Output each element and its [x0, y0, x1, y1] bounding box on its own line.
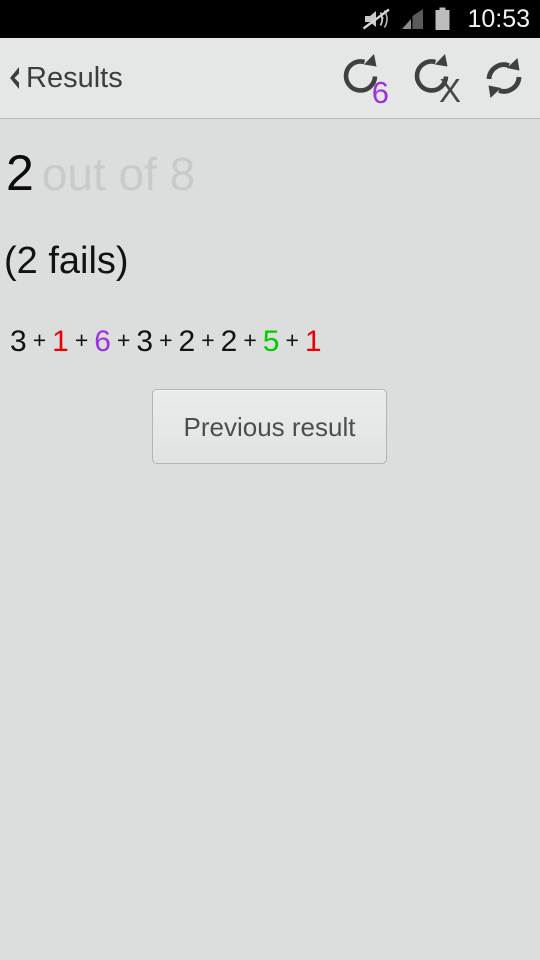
sync-refresh-icon — [475, 48, 532, 108]
repeat-count-button[interactable]: 6 — [333, 48, 390, 108]
action-bar-buttons: 6 X — [333, 38, 532, 118]
score-line: 2 out of 8 — [6, 148, 195, 198]
mute-vibrate-icon — [362, 7, 392, 31]
restart-button[interactable] — [475, 48, 532, 108]
app-screen: 10:53 Results 6 X 2 out of 8 (2 fails) 3… — [0, 0, 540, 960]
formula-line: 3 +1 +6 +3 +2 +2 +5 +1 — [9, 327, 323, 357]
score-value: 2 — [6, 145, 34, 201]
repeat-failed-badge: X — [438, 72, 461, 109]
page-title: Results — [26, 61, 123, 94]
content-area: 2 out of 8 (2 fails) 3 +1 +6 +3 +2 +2 +5 +1 Prev… — [0, 120, 540, 960]
formula-term: 6 — [94, 325, 111, 358]
fails-label: (2 fails) — [4, 240, 129, 282]
formula-term: 3 — [136, 325, 154, 358]
battery-icon — [434, 7, 451, 31]
status-icon-group: 10:53 — [362, 4, 530, 33]
formula-operator: + — [201, 327, 215, 353]
repeat-count-badge: 6 — [371, 75, 389, 110]
action-bar: Results 6 X — [0, 38, 540, 119]
formula-term: 1 — [52, 325, 69, 358]
back-button[interactable]: Results — [0, 38, 123, 118]
back-chevron-icon — [6, 65, 23, 91]
status-bar: 10:53 — [0, 0, 540, 38]
formula-term: 1 — [304, 325, 322, 358]
formula-operator: + — [285, 327, 299, 353]
formula-operator: + — [243, 327, 257, 353]
formula-term: 3 — [10, 325, 27, 358]
formula-operator: + — [159, 327, 173, 353]
score-total-label: out of 8 — [41, 148, 196, 200]
previous-result-button[interactable]: Previous result — [152, 389, 387, 464]
signal-bars-icon — [400, 8, 426, 30]
status-time: 10:53 — [467, 4, 530, 33]
formula-term: 2 — [220, 325, 238, 358]
previous-result-label: Previous result — [183, 411, 356, 442]
formula-operator: + — [74, 327, 89, 353]
formula-term: 2 — [178, 325, 196, 358]
repeat-failed-button[interactable]: X — [404, 48, 461, 108]
formula-operator: + — [116, 327, 131, 353]
formula-term: 5 — [262, 325, 280, 358]
formula-operator: + — [32, 327, 47, 353]
